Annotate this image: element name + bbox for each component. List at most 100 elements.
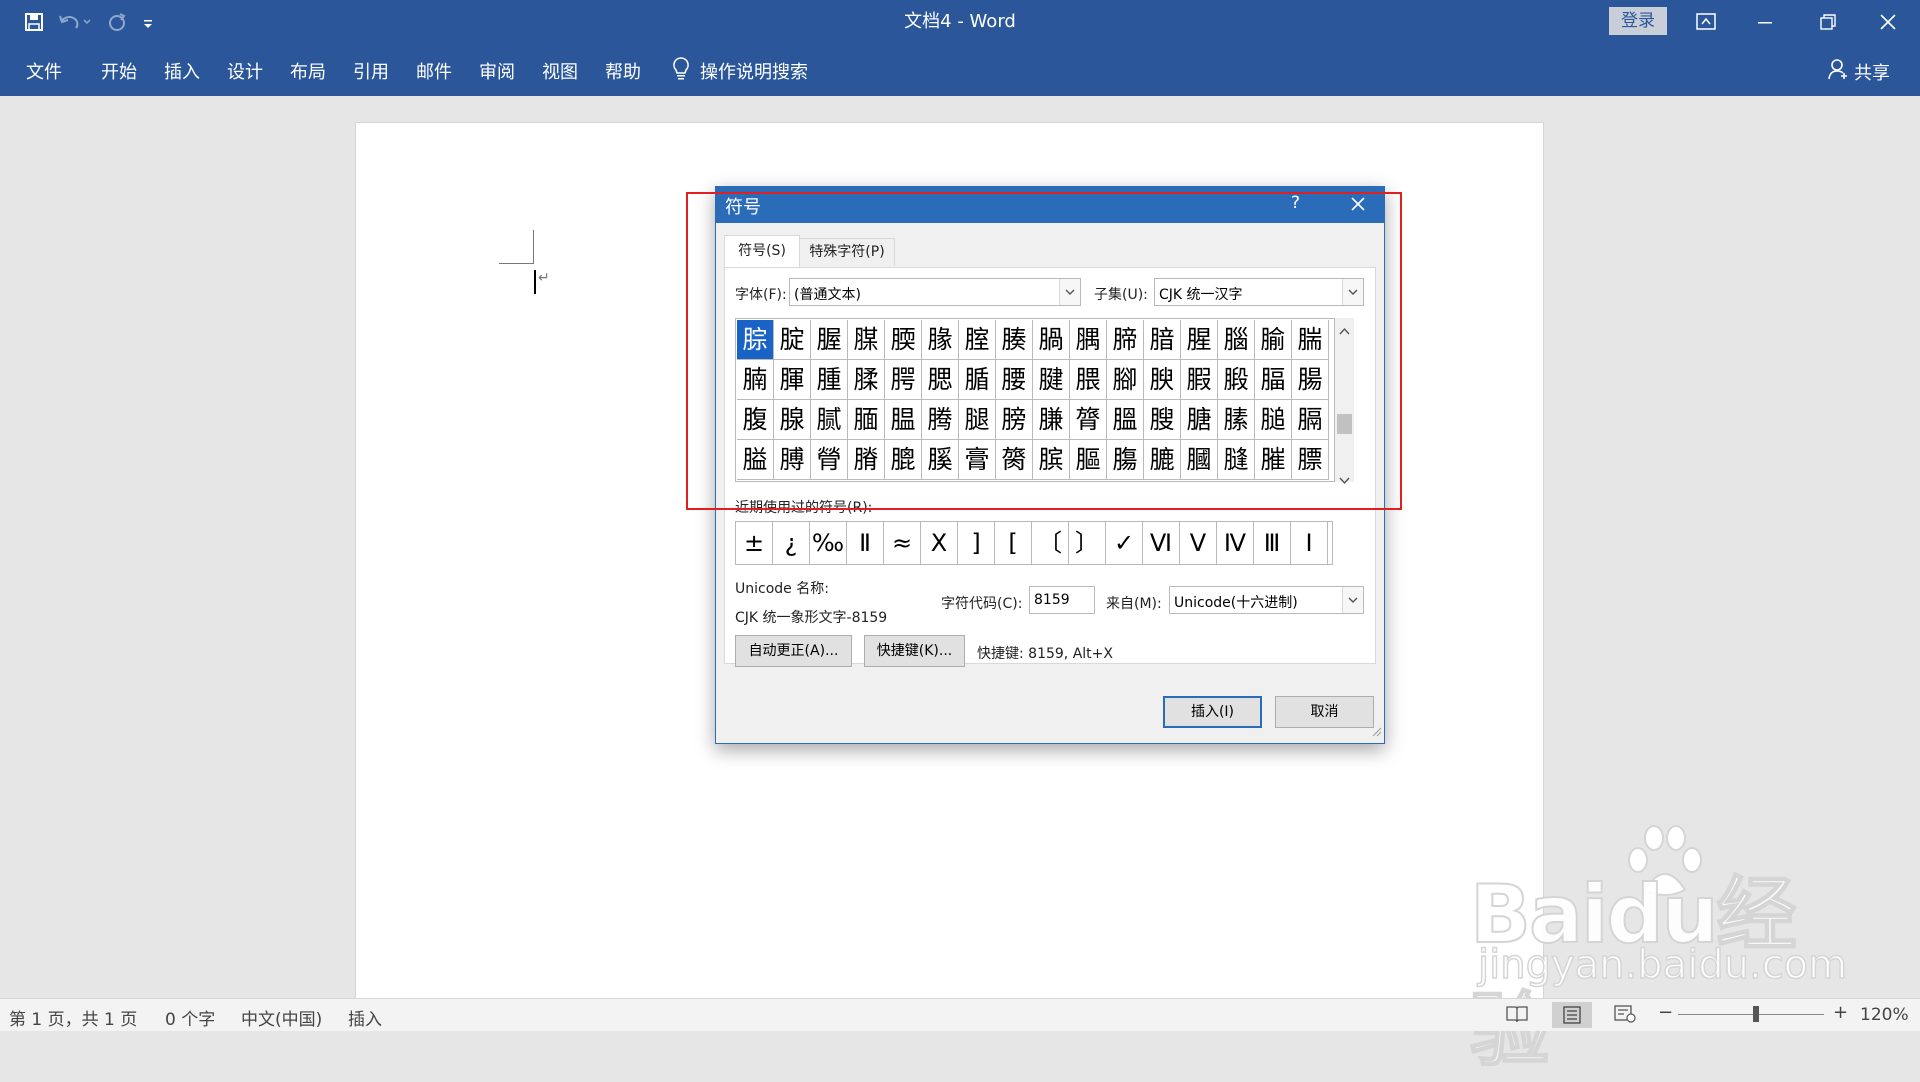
symbol-cell[interactable]: 膋 — [811, 440, 848, 480]
symbol-cell[interactable]: 腽 — [885, 400, 922, 440]
chevron-down-icon[interactable] — [1059, 279, 1080, 305]
tab-layout[interactable]: 布局 — [290, 58, 326, 84]
zoom-slider[interactable] — [1678, 1006, 1824, 1022]
close-window-icon[interactable] — [1860, 0, 1916, 44]
recent-symbol-cell[interactable]: ± — [736, 522, 773, 564]
symbol-cell[interactable]: 膌 — [848, 440, 885, 480]
undo-icon[interactable] — [58, 12, 92, 32]
tab-file[interactable]: 文件 — [26, 58, 62, 84]
symbol-cell[interactable]: 膑 — [1033, 440, 1070, 480]
symbol-cell[interactable]: 腚 — [774, 320, 811, 360]
symbol-cell[interactable]: 膓 — [1107, 440, 1144, 480]
recent-symbol-cell[interactable]: 〕 — [1069, 522, 1106, 564]
tab-view[interactable]: 视图 — [542, 58, 578, 84]
symbol-cell[interactable]: 腮 — [922, 360, 959, 400]
symbol-cell[interactable]: 腣 — [1107, 320, 1144, 360]
recent-symbol-cell[interactable]: 〔 — [1032, 522, 1069, 564]
symbol-cell[interactable]: 腝 — [885, 320, 922, 360]
recent-symbol-cell[interactable]: ≈ — [884, 522, 921, 564]
read-mode-icon[interactable] — [1506, 1005, 1528, 1028]
symbol-cell[interactable]: 腹 — [737, 400, 774, 440]
zoom-out-icon[interactable]: − — [1658, 1002, 1673, 1023]
minimize-icon[interactable] — [1737, 0, 1793, 44]
zoom-slider-thumb[interactable] — [1753, 1006, 1759, 1022]
symbol-cell[interactable]: 腢 — [1070, 320, 1107, 360]
save-icon[interactable] — [24, 12, 44, 32]
recent-symbol-cell[interactable]: [ — [995, 522, 1032, 564]
char-code-input[interactable]: 8159 — [1029, 586, 1095, 614]
resize-grip-icon[interactable] — [1372, 722, 1382, 741]
symbol-cell[interactable]: 腛 — [811, 320, 848, 360]
tab-home[interactable]: 开始 — [101, 58, 137, 84]
symbol-cell[interactable]: 膊 — [774, 440, 811, 480]
insert-button[interactable]: 插入(I) — [1163, 696, 1262, 728]
symbol-cell[interactable]: 腿 — [959, 400, 996, 440]
symbol-cell[interactable]: 膈 — [1292, 400, 1329, 440]
dialog-close-icon[interactable] — [1342, 191, 1374, 217]
symbol-cell[interactable]: 腰 — [996, 360, 1033, 400]
zoom-level[interactable]: 120% — [1860, 1005, 1909, 1025]
recent-symbol-cell[interactable]: Х — [921, 522, 958, 564]
page-count[interactable]: 第 1 页，共 1 页 — [9, 1005, 137, 1030]
web-layout-icon[interactable] — [1614, 1005, 1636, 1028]
recent-symbol-cell[interactable]: ¿ — [773, 522, 810, 564]
symbol-cell[interactable]: 膏 — [959, 440, 996, 480]
symbol-cell[interactable]: 腙 — [737, 320, 774, 360]
symbol-cell[interactable]: 腵 — [1181, 360, 1218, 400]
symbol-cell[interactable]: 膄 — [1144, 400, 1181, 440]
scroll-thumb[interactable] — [1337, 414, 1352, 434]
symbol-cell[interactable]: 腳 — [1107, 360, 1144, 400]
login-button[interactable]: 登录 — [1609, 7, 1667, 35]
symbol-grid-scrollbar[interactable] — [1335, 318, 1354, 485]
symbol-cell[interactable]: 膐 — [996, 440, 1033, 480]
symbol-cell[interactable]: 腩 — [737, 360, 774, 400]
symbol-cell[interactable]: 膅 — [1181, 400, 1218, 440]
symbol-cell[interactable]: 腜 — [848, 320, 885, 360]
tab-review[interactable]: 审阅 — [479, 58, 515, 84]
symbol-cell[interactable]: 腴 — [1144, 360, 1181, 400]
symbol-cell[interactable]: 膂 — [1070, 400, 1107, 440]
chevron-down-icon[interactable] — [1342, 279, 1363, 305]
recent-symbol-cell[interactable]: Ⅱ — [847, 522, 884, 564]
print-layout-icon[interactable] — [1552, 1002, 1592, 1028]
symbol-cell[interactable]: 腧 — [1255, 320, 1292, 360]
recent-symbol-cell[interactable]: ] — [958, 522, 995, 564]
redo-icon[interactable] — [106, 12, 128, 32]
symbol-cell[interactable]: 膇 — [1255, 400, 1292, 440]
symbol-cell[interactable]: 腨 — [1292, 320, 1329, 360]
tab-symbols[interactable]: 符号(S) — [724, 235, 800, 269]
symbol-cell[interactable]: 膆 — [1218, 400, 1255, 440]
symbol-cell[interactable]: 膀 — [996, 400, 1033, 440]
shortcut-key-button[interactable]: 快捷键(K)... — [864, 635, 965, 667]
tab-insert[interactable]: 插入 — [164, 58, 200, 84]
symbol-cell[interactable]: 腦 — [1218, 320, 1255, 360]
symbol-cell[interactable]: 膗 — [1255, 440, 1292, 480]
recent-symbol-cell[interactable]: Ⅰ — [1291, 522, 1328, 564]
symbol-cell[interactable]: 膎 — [922, 440, 959, 480]
recent-symbol-cell[interactable]: Ⅲ — [1254, 522, 1291, 564]
recent-symbol-cell[interactable]: Ⅳ — [1217, 522, 1254, 564]
language[interactable]: 中文(中国) — [241, 1005, 322, 1030]
cancel-button[interactable]: 取消 — [1275, 696, 1374, 728]
tab-design[interactable]: 设计 — [227, 58, 263, 84]
tab-mailings[interactable]: 邮件 — [416, 58, 452, 84]
symbol-cell[interactable]: 腻 — [811, 400, 848, 440]
symbol-cell[interactable]: 膉 — [737, 440, 774, 480]
symbol-cell[interactable]: 腶 — [1218, 360, 1255, 400]
insert-mode[interactable]: 插入 — [348, 1005, 382, 1030]
symbol-cell[interactable]: 腞 — [922, 320, 959, 360]
symbol-cell[interactable]: 腸 — [1292, 360, 1329, 400]
tell-me-search[interactable]: 操作说明搜索 — [672, 56, 808, 85]
chevron-down-icon[interactable] — [1342, 587, 1363, 613]
symbol-cell[interactable]: 腼 — [848, 400, 885, 440]
symbol-cell[interactable]: 腯 — [959, 360, 996, 400]
symbol-cell[interactable]: 腬 — [848, 360, 885, 400]
symbol-cell[interactable]: 腱 — [1033, 360, 1070, 400]
symbol-cell[interactable]: 膖 — [1218, 440, 1255, 480]
ribbon-display-options-icon[interactable] — [1678, 0, 1734, 44]
symbol-cell[interactable]: 腫 — [811, 360, 848, 400]
customize-toolbar-icon[interactable] — [142, 12, 154, 32]
font-select[interactable]: (普通文本) — [789, 278, 1081, 306]
symbol-cell[interactable]: 膔 — [1144, 440, 1181, 480]
symbol-cell[interactable]: 腪 — [774, 360, 811, 400]
